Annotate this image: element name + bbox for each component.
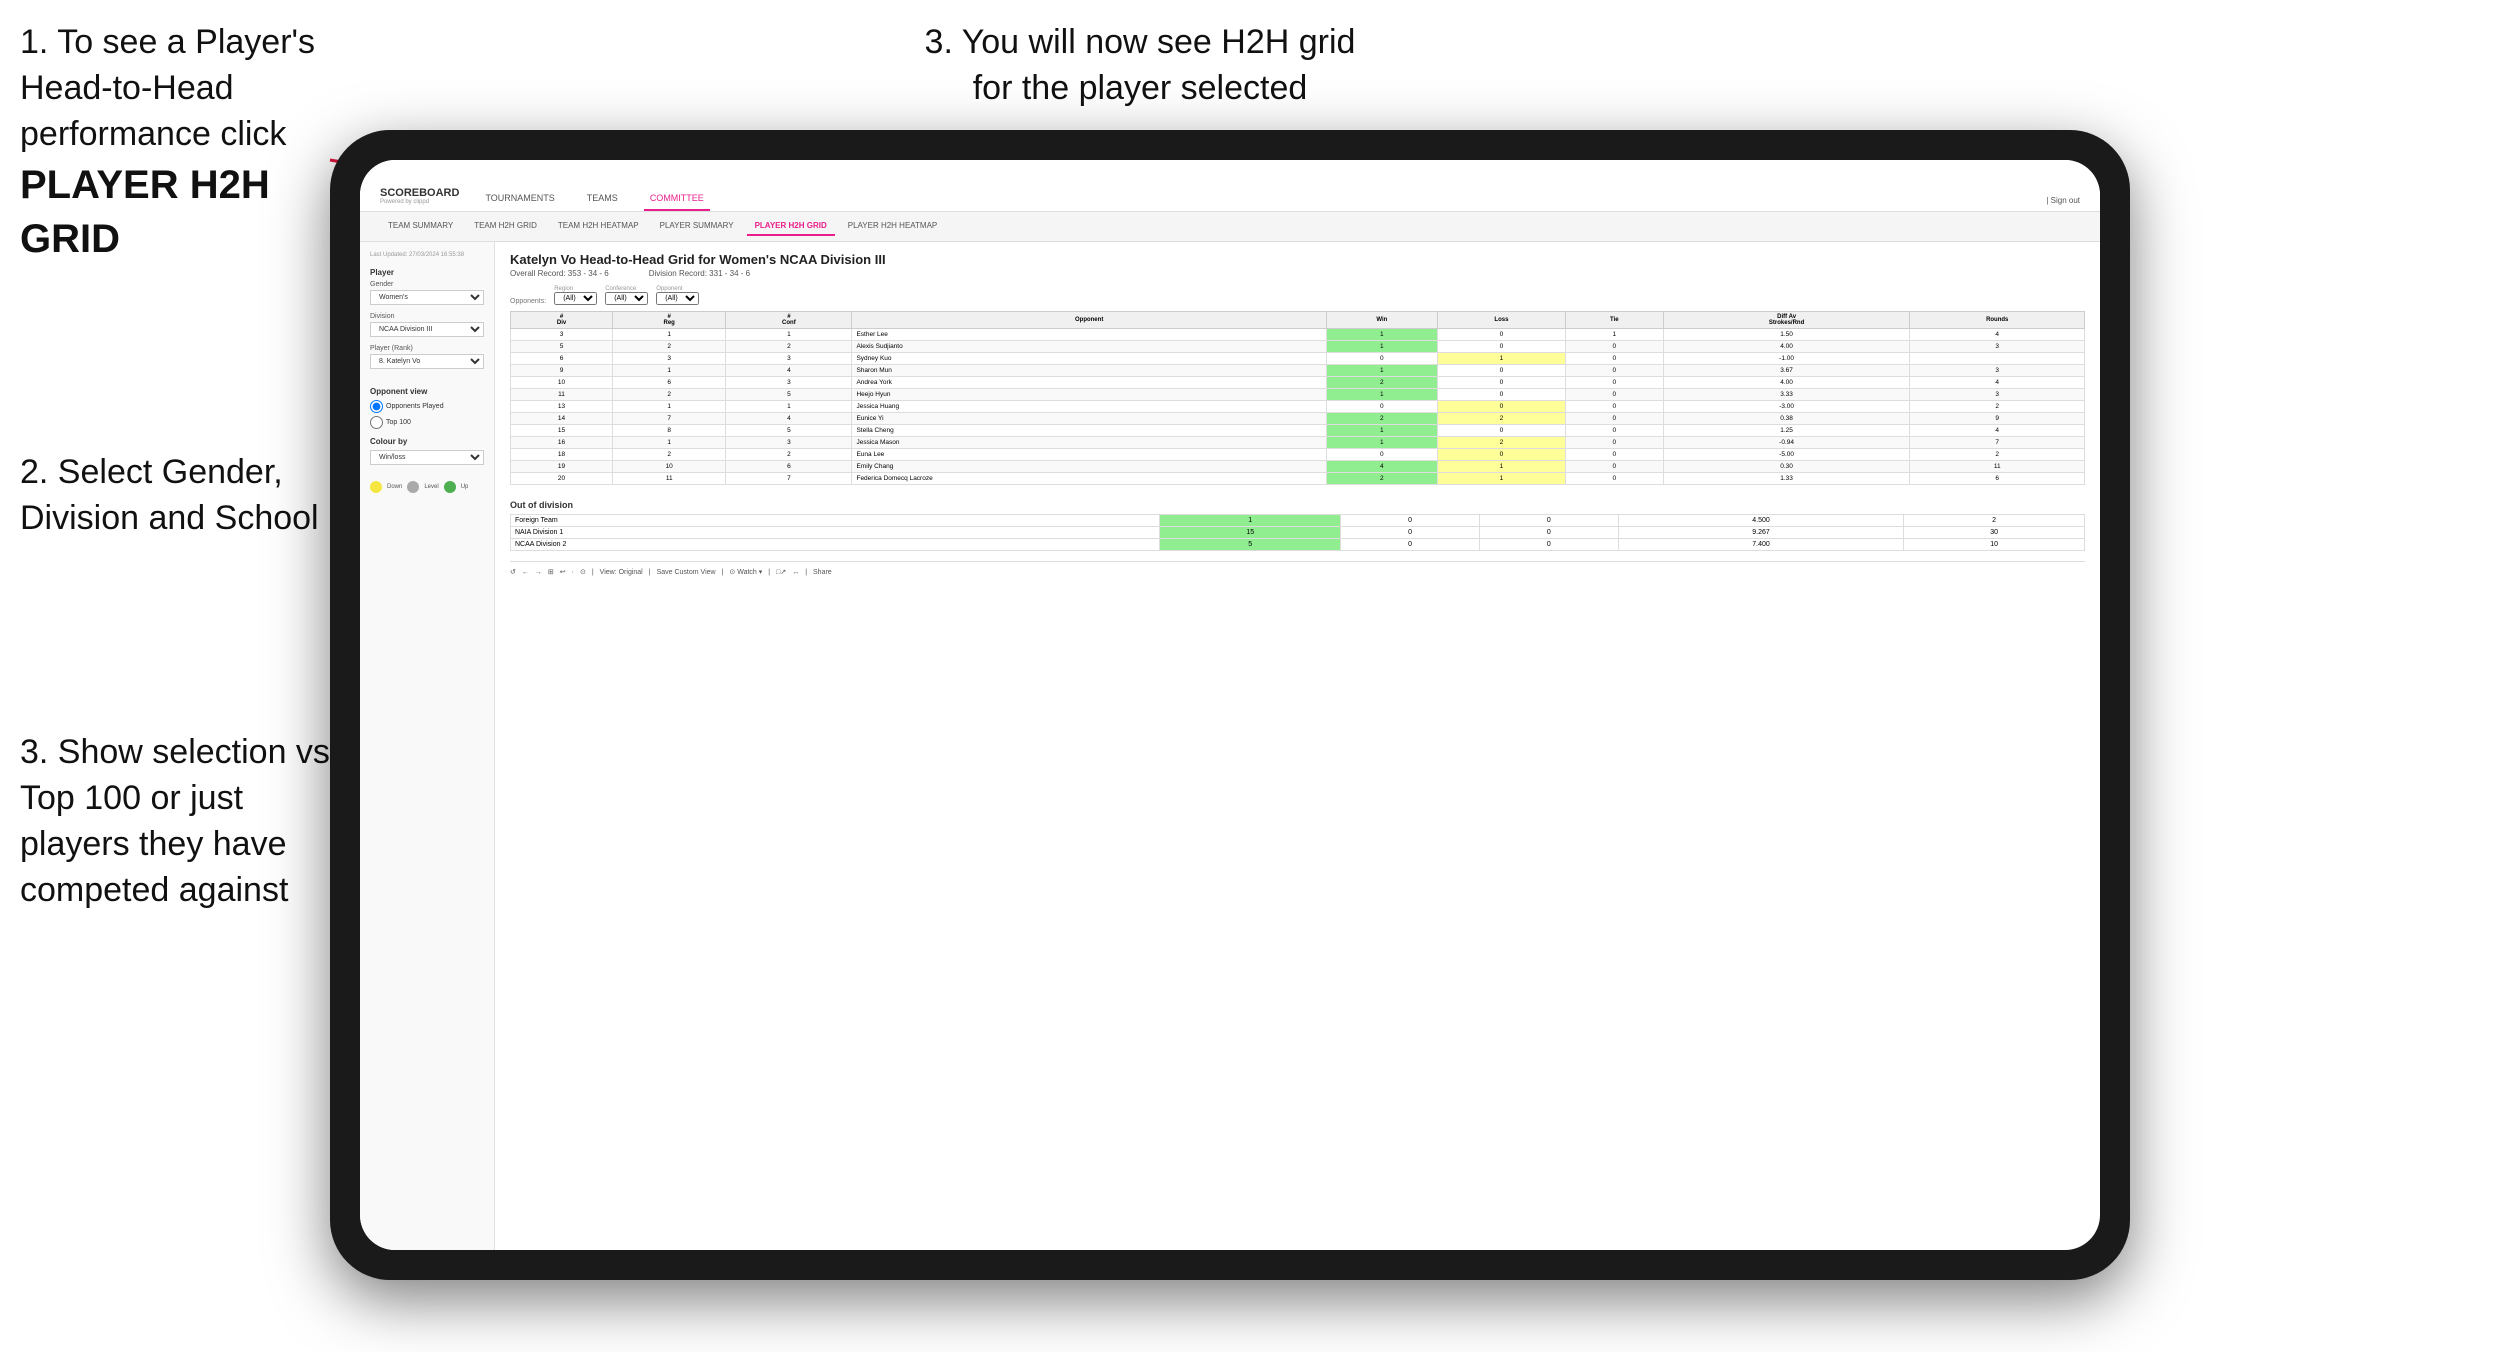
filter-opponent: Opponent (All)	[656, 286, 699, 305]
nav-committee[interactable]: COMMITTEE	[644, 187, 710, 211]
sub-navbar: TEAM SUMMARY TEAM H2H GRID TEAM H2H HEAT…	[360, 212, 2100, 242]
colour-by-select[interactable]: Win/loss	[370, 450, 484, 465]
out-div-row: NAIA Division 1 15 0 0 9.267 30	[511, 527, 2085, 539]
toolbar-view-original[interactable]: View: Original	[600, 569, 643, 576]
table-row: 9 1 4 Sharon Mun 1 0 0 3.67 3	[511, 365, 2085, 377]
sidebar-division-label: Division	[370, 313, 484, 320]
th-div: #Div	[511, 312, 613, 329]
th-win: Win	[1326, 312, 1437, 329]
toolbar-undo[interactable]: ↺	[510, 568, 516, 576]
toolbar-watch[interactable]: ⊙ Watch ▾	[729, 568, 762, 576]
sidebar-timestamp: Last Updated: 27/03/2024 16:55:38	[370, 252, 484, 258]
content-area: Katelyn Vo Head-to-Head Grid for Women's…	[495, 242, 2100, 1250]
main-content: Last Updated: 27/03/2024 16:55:38 Player…	[360, 242, 2100, 1250]
filter-region-select[interactable]: (All)	[554, 292, 597, 305]
tablet-screen: SCOREBOARD Powered by clippd TOURNAMENTS…	[360, 160, 2100, 1250]
sidebar-player-rank-label: Player (Rank)	[370, 345, 484, 352]
table-row: 20 11 7 Federica Domecq Lacroze 2 1 0 1.…	[511, 473, 2085, 485]
th-reg: #Reg	[613, 312, 726, 329]
toolbar-sep2: |	[592, 569, 594, 576]
subnav-player-summary[interactable]: PLAYER SUMMARY	[652, 217, 742, 236]
out-of-division-label: Out of division	[510, 500, 2085, 510]
instruction-2: 2. Select Gender, Division and School	[20, 450, 350, 542]
colour-dot-down	[370, 481, 382, 493]
toolbar-forward[interactable]: →	[535, 569, 542, 576]
toolbar-grid[interactable]: ⊞	[548, 568, 554, 576]
instruction-3-top: 3. You will now see H2H grid for the pla…	[910, 20, 1370, 112]
toolbar-expand[interactable]: □↗	[776, 568, 786, 576]
toolbar-sep1: ·	[572, 569, 574, 576]
toolbar-sep4: |	[722, 569, 724, 576]
bottom-toolbar: ↺ ← → ⊞ ↩ · ⊙ | View: Original | Save Cu…	[510, 561, 2085, 576]
table-row: 18 2 2 Euna Lee 0 0 0 -5.00 2	[511, 449, 2085, 461]
opponent-view-label: Opponent view	[370, 387, 484, 396]
th-loss: Loss	[1437, 312, 1565, 329]
filter-conference-select[interactable]: (All)	[605, 292, 648, 305]
sidebar-player-label: Player	[370, 268, 484, 277]
table-row: 14 7 4 Eunice Yi 2 2 0 0.38 9	[511, 413, 2085, 425]
filters-row: Opponents: Region (All) Conference (All)	[510, 286, 2085, 305]
subnav-player-h2h-grid[interactable]: PLAYER H2H GRID	[747, 217, 835, 236]
app-logo: SCOREBOARD Powered by clippd	[380, 187, 459, 211]
table-row: 19 10 6 Emily Chang 4 1 0 0.30 11	[511, 461, 2085, 473]
table-row: 13 1 1 Jessica Huang 0 0 0 -3.00 2	[511, 401, 2085, 413]
toolbar-sep6: |	[805, 569, 807, 576]
table-row: 15 8 5 Stella Cheng 1 0 0 1.25 4	[511, 425, 2085, 437]
subnav-player-h2h-heatmap[interactable]: PLAYER H2H HEATMAP	[840, 217, 946, 236]
toolbar-sep5: |	[768, 569, 770, 576]
colour-by-label: Colour by	[370, 437, 484, 446]
colour-dot-up	[444, 481, 456, 493]
sidebar-gender-label: Gender	[370, 281, 484, 288]
nav-tournaments[interactable]: TOURNAMENTS	[479, 187, 560, 211]
table-row: 16 1 3 Jessica Mason 1 2 0 -0.94 7	[511, 437, 2085, 449]
subnav-team-summary[interactable]: TEAM SUMMARY	[380, 217, 461, 236]
sign-out[interactable]: | Sign out	[2046, 196, 2080, 211]
toolbar-reload[interactable]: ⊙	[580, 568, 586, 576]
sidebar-player-rank-select[interactable]: 8. Katelyn Vo	[370, 354, 484, 369]
nav-teams[interactable]: TEAMS	[581, 187, 624, 211]
toolbar-sep3: |	[649, 569, 651, 576]
toolbar-share[interactable]: Share	[813, 569, 832, 576]
th-conf: #Conf	[726, 312, 852, 329]
out-div-row: Foreign Team 1 0 0 4.500 2	[511, 515, 2085, 527]
app-navbar: SCOREBOARD Powered by clippd TOURNAMENTS…	[360, 160, 2100, 212]
filter-region: Region (All)	[554, 286, 597, 305]
tablet-frame: SCOREBOARD Powered by clippd TOURNAMENTS…	[330, 130, 2130, 1280]
table-row: 3 1 1 Esther Lee 1 0 1 1.50 4	[511, 329, 2085, 341]
out-div-row: NCAA Division 2 5 0 0 7.400 10	[511, 539, 2085, 551]
filter-opponent-select[interactable]: (All)	[656, 292, 699, 305]
th-rounds: Rounds	[1910, 312, 2085, 329]
sidebar-division-select[interactable]: NCAA Division III	[370, 322, 484, 337]
toolbar-back[interactable]: ←	[522, 569, 529, 576]
filter-conference: Conference (All)	[605, 286, 648, 305]
subnav-team-h2h-grid[interactable]: TEAM H2H GRID	[466, 217, 545, 236]
subnav-team-h2h-heatmap[interactable]: TEAM H2H HEATMAP	[550, 217, 647, 236]
toolbar-save-custom[interactable]: Save Custom View	[657, 569, 716, 576]
sidebar-gender-select[interactable]: Women's	[370, 290, 484, 305]
top-nav: TOURNAMENTS TEAMS COMMITTEE	[479, 187, 2046, 211]
th-tie: Tie	[1565, 312, 1663, 329]
th-diff: Diff AvStrokes/Rnd	[1663, 312, 1910, 329]
instruction-3-bottom: 3. Show selection vs Top 100 or just pla…	[20, 730, 350, 914]
table-row: 11 2 5 Heejo Hyun 1 0 0 3.33 3	[511, 389, 2085, 401]
instruction-1: 1. To see a Player's Head-to-Head perfor…	[20, 20, 380, 266]
page-title: Katelyn Vo Head-to-Head Grid for Women's…	[510, 252, 2085, 267]
colour-dot-level	[407, 481, 419, 493]
toolbar-reset[interactable]: ↩	[560, 568, 566, 576]
table-row: 5 2 2 Alexis Sudjianto 1 0 0 4.00 3	[511, 341, 2085, 353]
opponent-view-options: Opponents Played Top 100	[370, 400, 484, 429]
toolbar-swap[interactable]: ↔	[792, 569, 799, 576]
th-opponent: Opponent	[852, 312, 1326, 329]
colour-legend: Down Level Up	[370, 481, 484, 493]
out-of-division-table: Foreign Team 1 0 0 4.500 2 NAIA Division…	[510, 514, 2085, 551]
h2h-table: #Div #Reg #Conf Opponent Win Loss Tie Di…	[510, 311, 2085, 485]
sidebar: Last Updated: 27/03/2024 16:55:38 Player…	[360, 242, 495, 1250]
record-row: Overall Record: 353 - 34 - 6 Division Re…	[510, 269, 2085, 278]
table-row: 10 6 3 Andrea York 2 0 0 4.00 4	[511, 377, 2085, 389]
table-row: 6 3 3 Sydney Kuo 0 1 0 -1.00	[511, 353, 2085, 365]
